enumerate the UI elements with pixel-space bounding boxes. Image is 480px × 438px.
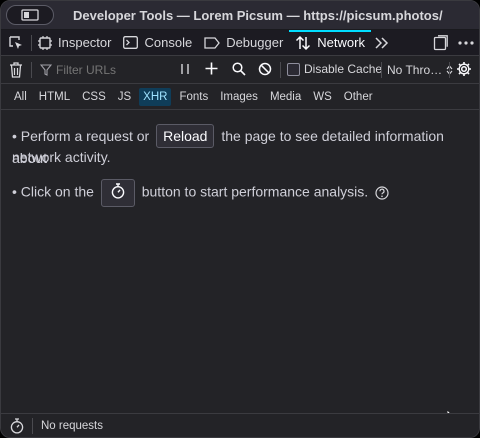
window-icon[interactable] <box>6 5 54 25</box>
toolbar-separator <box>31 61 32 78</box>
network-empty-panel: • Perform a request or Reload the page t… <box>1 111 479 428</box>
hint-performance-line: • Click on the button to start performan… <box>12 179 472 207</box>
throttling-select[interactable]: No Thro… <box>387 63 453 77</box>
tab-debugger[interactable]: Debugger <box>198 30 289 56</box>
hint-performance-suffix: button to start performance analysis. <box>141 183 369 200</box>
clear-trash-icon[interactable] <box>1 57 31 83</box>
element-picker-icon[interactable] <box>1 30 31 56</box>
filter-other[interactable]: Other <box>340 88 377 106</box>
filter-urls-field[interactable] <box>40 62 170 77</box>
throttling-value: No Thro… <box>387 63 443 77</box>
more-options-icon[interactable] <box>451 30 479 56</box>
tab-debugger-label: Debugger <box>226 35 284 50</box>
console-icon <box>123 36 139 49</box>
hint-performance-prefix: Click on the <box>20 183 94 200</box>
toolbar-separator <box>449 62 450 78</box>
filter-html[interactable]: HTML <box>35 88 74 106</box>
toolbar-separator <box>381 62 382 78</box>
disable-cache-toggle[interactable]: Disable Cache <box>287 62 382 76</box>
toolbar-separator <box>280 62 281 78</box>
network-status-bar: No requests <box>1 413 479 437</box>
disable-cache-label: Disable Cache <box>304 62 383 76</box>
debugger-icon <box>204 36 221 49</box>
disable-cache-checkbox[interactable] <box>287 62 300 76</box>
title-bar: Developer Tools — Lorem Picsum — https:/… <box>1 1 479 30</box>
filter-fonts[interactable]: Fonts <box>175 88 212 106</box>
settings-gear-icon[interactable] <box>456 61 472 80</box>
search-icon[interactable] <box>232 62 246 79</box>
filter-all[interactable]: All <box>10 88 31 106</box>
window-title: Developer Tools — Lorem Picsum — https:/… <box>73 8 443 23</box>
devtools-window: Developer Tools — Lorem Picsum — https:/… <box>0 0 480 438</box>
block-requests-icon[interactable] <box>258 62 272 79</box>
filter-images[interactable]: Images <box>216 88 262 106</box>
filter-media[interactable]: Media <box>266 88 305 106</box>
status-separator <box>32 417 33 434</box>
filter-ws[interactable]: WS <box>309 88 336 106</box>
request-type-filter-bar: All HTML CSS JS XHR Fonts Images Media W… <box>1 84 479 110</box>
filter-funnel-icon <box>40 63 52 76</box>
tab-network-label: Network <box>317 35 365 50</box>
status-stopwatch-icon[interactable] <box>10 417 24 434</box>
filter-urls-input[interactable] <box>56 62 166 77</box>
tab-network[interactable]: Network <box>289 29 371 56</box>
stopwatch-icon <box>111 183 125 199</box>
reload-button[interactable]: Reload <box>156 124 215 148</box>
more-tabs-chevron-icon[interactable] <box>371 30 393 56</box>
add-request-plus-icon[interactable] <box>205 62 218 78</box>
network-icon <box>295 35 311 51</box>
tab-inspector-label: Inspector <box>58 35 112 50</box>
network-toolbar: Disable Cache No Thro… <box>1 56 479 84</box>
pause-icon[interactable] <box>179 63 191 78</box>
status-summary: No requests <box>41 419 104 432</box>
filter-xhr[interactable]: XHR <box>139 87 172 106</box>
help-question-icon[interactable] <box>375 186 389 200</box>
hint-reload-prefix: Perform a request or <box>20 128 150 144</box>
filter-js[interactable]: JS <box>114 88 135 106</box>
filter-css[interactable]: CSS <box>78 88 110 106</box>
hint-reload-continuation: network activity. <box>12 149 111 165</box>
tab-console[interactable]: Console <box>117 30 198 56</box>
tab-console-label: Console <box>144 35 193 50</box>
devtools-tabbar: Inspector Console Debugger Network <box>1 29 479 56</box>
inspector-icon <box>38 35 52 50</box>
performance-analysis-button[interactable] <box>100 179 135 207</box>
tab-inspector[interactable]: Inspector <box>32 30 117 56</box>
